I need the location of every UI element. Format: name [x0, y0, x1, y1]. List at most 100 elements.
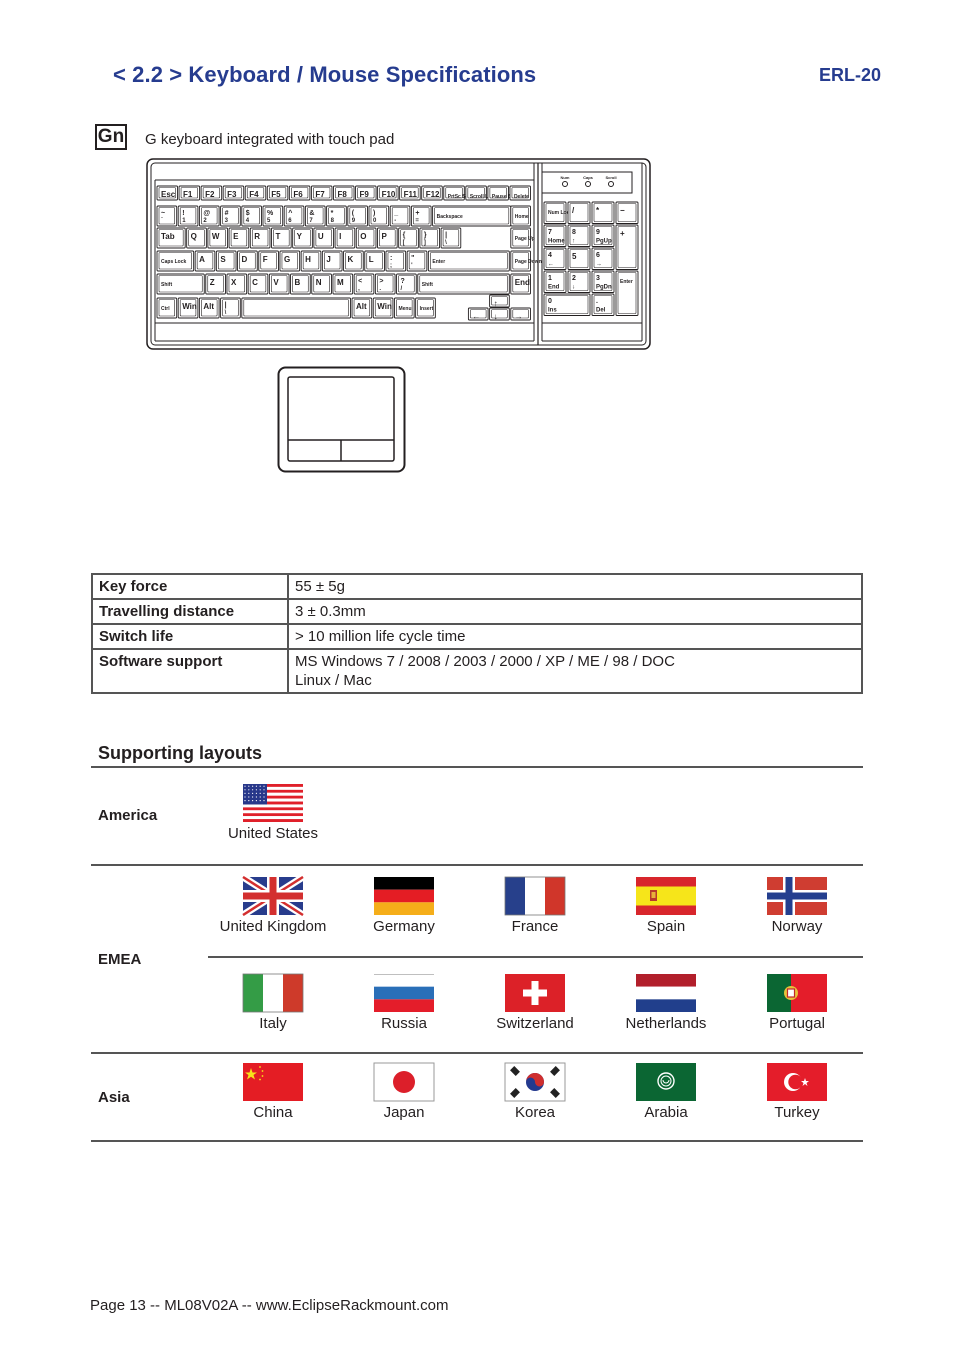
key-label: 3 [596, 275, 600, 282]
key-label: { [403, 232, 406, 239]
key-label: ; [390, 263, 392, 269]
key-label: PgDn [596, 285, 612, 291]
key-label: ? [401, 278, 405, 285]
spec-value: 55 ± 5g [287, 573, 863, 600]
key-label: Page Up [515, 236, 535, 242]
page-footer: Page 13 -- ML08V02A -- www.EclipseRackmo… [90, 1297, 449, 1314]
keyboard-key: Shift [417, 273, 510, 295]
italy-flag-icon [242, 973, 304, 1013]
key-label: Shift [422, 282, 433, 288]
key-label: E [233, 232, 239, 241]
spec-label: Key force [91, 573, 289, 600]
key-label: Ins [548, 308, 557, 314]
key-label: & [309, 210, 314, 217]
keyboard-key: V [268, 273, 290, 295]
keyboard-key: Enter [427, 250, 510, 272]
key-label: 4 [548, 252, 552, 259]
layout-item: Arabia [601, 1062, 731, 1121]
keyboard-illustration: Num Caps Scroll Esc F1 F2 F3 F4 F5 F6 F7 F8 F9 F10 F1… [146, 158, 651, 350]
keyboard-key: ↑ [489, 294, 510, 308]
keyboard-key: W [207, 227, 229, 249]
keyboard-key: Ctrl [156, 297, 178, 319]
country-name: Spain [646, 918, 686, 935]
key-label: ↓ [572, 285, 575, 291]
led-indicator-icon [562, 181, 568, 187]
key-label: F9 [360, 190, 370, 199]
key-label: L [369, 255, 374, 264]
led-indicator-icon [608, 181, 614, 187]
france-flag-icon [504, 876, 566, 916]
keyboard-key: 3 PgDn [591, 270, 615, 293]
key-label: ) [373, 210, 375, 217]
key-label: Q [191, 232, 197, 241]
keyboard-key: Win [177, 297, 199, 319]
keyboard-key: Tab [156, 227, 186, 249]
keyboard-key: @2 [198, 205, 220, 227]
country-name: Italy [259, 1015, 287, 1032]
key-label: Insert [420, 306, 434, 312]
key-label: _ [393, 210, 398, 217]
turkey-flag-icon [767, 1063, 827, 1101]
layout-item: Spain [601, 876, 731, 935]
switzerland-flag-icon [505, 974, 565, 1012]
keyboard-key: H [300, 250, 322, 272]
key-label: O [360, 232, 366, 241]
keyboard-key: Win [372, 297, 394, 319]
japan-flag-icon [373, 1062, 435, 1102]
key-label: 5 [572, 252, 577, 261]
key-label: End [548, 285, 560, 291]
country-name: Portugal [769, 1015, 825, 1032]
keyboard-key: Z [205, 273, 226, 295]
key-label: PgUp [596, 239, 612, 245]
keyboard-key: Caps Lock [156, 250, 195, 272]
keyboard-key: − [615, 201, 639, 224]
key-label: Alt [356, 302, 367, 311]
key-label: D [242, 255, 248, 264]
keyboard-key: P [377, 227, 398, 249]
keyboard-key: F11 [399, 185, 421, 201]
key-label: 6 [596, 252, 600, 259]
divider [91, 1052, 863, 1054]
keyboard-key: J [321, 250, 343, 272]
spec-value-line: Linux / Mac [295, 672, 372, 689]
country-name: Switzerland [496, 1015, 574, 1032]
layout-item: Switzerland [470, 973, 600, 1032]
key-label: 2 [572, 275, 576, 282]
china-flag-icon [243, 1063, 303, 1101]
key-label: S [220, 255, 226, 264]
key-label: U [318, 232, 324, 241]
key-label: A [199, 255, 205, 264]
key-label: R [254, 232, 260, 241]
keyboard-key: "' [406, 250, 428, 272]
portugal-flag-icon [767, 974, 827, 1012]
table-row: Key force 55 ± 5g [91, 573, 863, 600]
keyboard-key: G [279, 250, 301, 272]
country-name: United Kingdom [219, 918, 327, 935]
keyboard-key: 2↓ [567, 270, 591, 293]
keyboard-key: K [343, 250, 364, 272]
key-label: Menu [398, 306, 411, 312]
led-label: Caps [583, 175, 594, 180]
keyboard-key: *8 [326, 205, 347, 227]
keyboard-key: |\ [440, 227, 462, 249]
layout-item: Turkey [732, 1062, 862, 1121]
key-label: Y [297, 232, 303, 241]
key-label: F6 [293, 190, 303, 199]
key-label: End [515, 278, 530, 287]
spacebar-key [241, 297, 351, 319]
spec-label: Software support [91, 648, 289, 694]
keyboard-key: O [355, 227, 377, 249]
keyboard-key: ↓ [489, 307, 510, 321]
key-label: Delete [514, 194, 529, 200]
keyboard-key: F10 [377, 185, 399, 201]
key-label: H [305, 255, 311, 264]
key-label: ! [182, 210, 184, 217]
key-label: B [295, 278, 301, 287]
keyboard-key: Delete [509, 185, 531, 201]
section-heading: Supporting layouts [98, 743, 262, 763]
key-label: Del [596, 308, 606, 314]
keyboard-key: Insert [415, 297, 436, 319]
key-label: J [326, 255, 330, 264]
layout-item: Portugal [732, 973, 862, 1032]
country-name: China [253, 1104, 293, 1121]
